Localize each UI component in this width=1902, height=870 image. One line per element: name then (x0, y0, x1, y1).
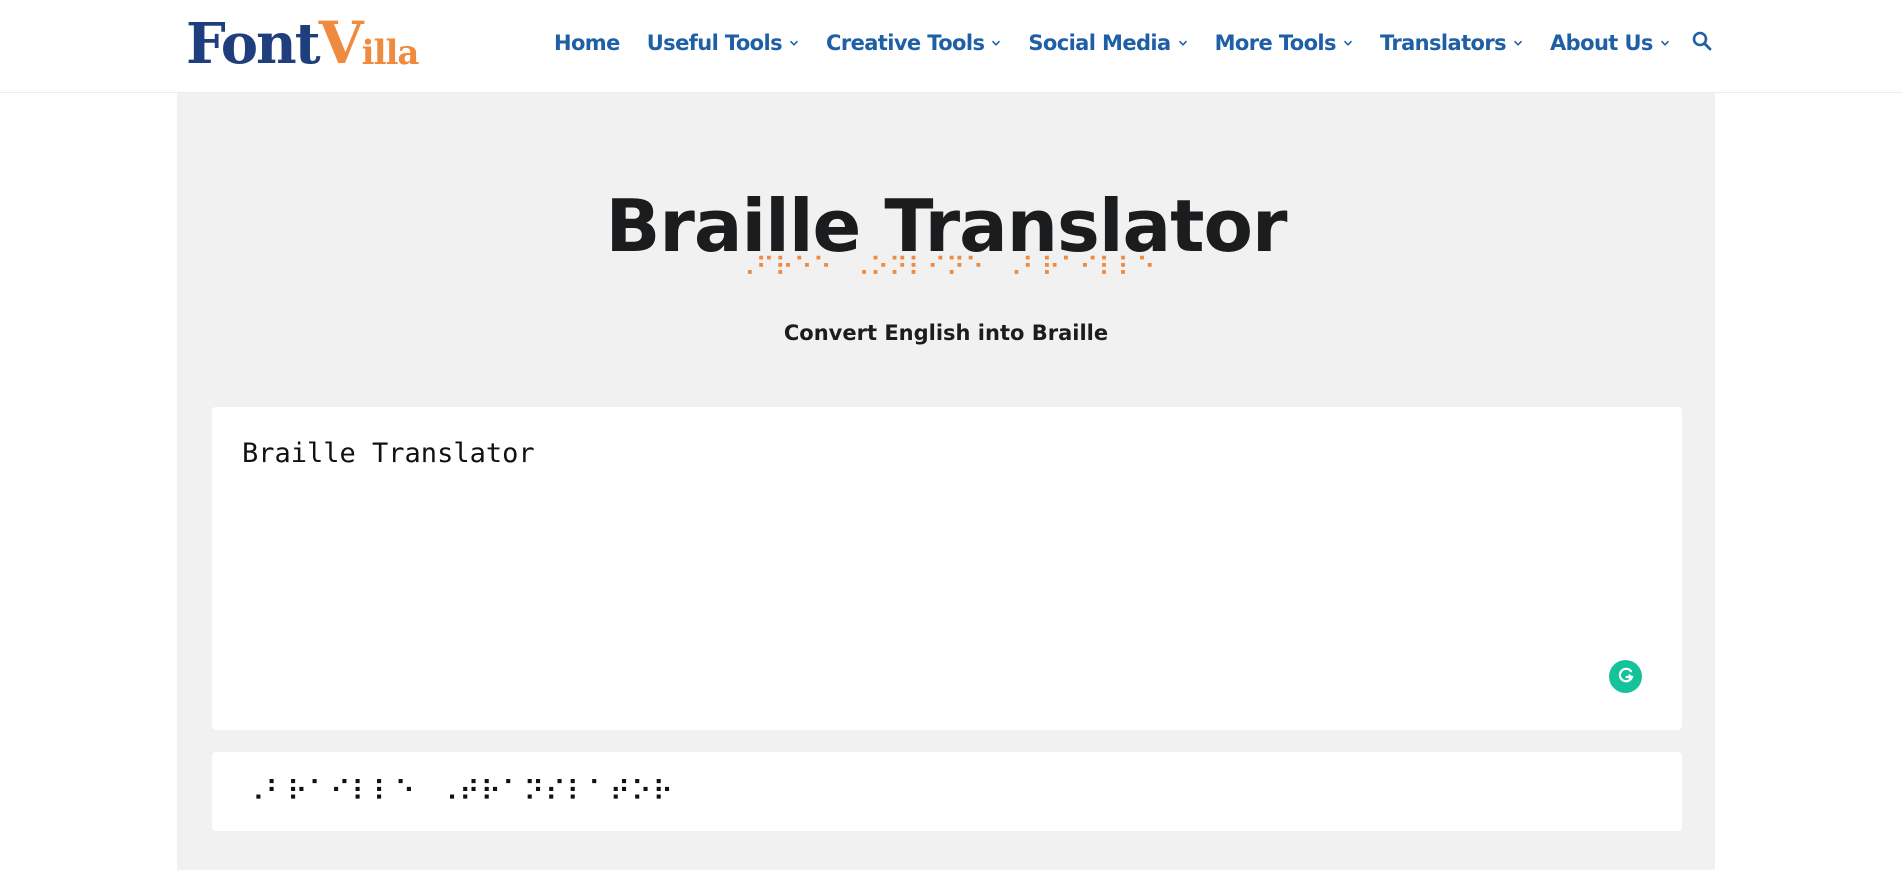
nav-item-label: Home (554, 31, 620, 55)
nav-item-creative-tools[interactable]: Creative Tools (826, 31, 1001, 55)
english-input-box: Braille Translator (212, 407, 1682, 730)
grammarly-button[interactable] (1609, 660, 1642, 693)
logo-text-font: Font (186, 11, 321, 77)
nav-item-label: Creative Tools (826, 31, 985, 55)
translator-panel: Braille Translator ⠠⠋⠗⠑⠑⠀⠠⠕⠝⠇⠊⠝⠑⠀⠠⠃⠗⠁⠊⠇⠇… (177, 93, 1715, 870)
braille-output-box: ⠠⠃⠗⠁⠊⠇⠇⠑⠀⠠⠞⠗⠁⠝⠎⠇⠁⠞⠕⠗ (212, 752, 1682, 831)
nav-item-useful-tools[interactable]: Useful Tools (647, 31, 799, 55)
nav-item-label: More Tools (1214, 31, 1337, 55)
main-nav: Home Useful Tools Creative Tools Social … (554, 23, 1713, 63)
search-icon (1692, 31, 1712, 55)
nav-item-about-us[interactable]: About Us (1550, 31, 1670, 55)
nav-item-label: About Us (1550, 31, 1653, 55)
nav-item-label: Translators (1379, 31, 1507, 55)
chevron-down-icon (1178, 38, 1188, 48)
chevron-down-icon (1513, 38, 1523, 48)
page-subtitle: Convert English into Braille (783, 321, 1109, 345)
nav-item-home[interactable]: Home (554, 31, 620, 55)
chevron-down-icon (1343, 38, 1353, 48)
logo-text-illa: illa (361, 33, 420, 73)
nav-item-label: Useful Tools (646, 31, 783, 55)
site-logo[interactable]: Font Villa (186, 9, 420, 77)
english-input[interactable]: Braille Translator (212, 407, 1682, 730)
nav-item-label: Social Media (1028, 31, 1171, 55)
chevron-down-icon (789, 38, 799, 48)
nav-item-translators[interactable]: Translators (1380, 31, 1523, 55)
chevron-down-icon (1660, 38, 1670, 48)
nav-item-more-tools[interactable]: More Tools (1215, 31, 1353, 55)
braille-tagline: ⠠⠋⠗⠑⠑⠀⠠⠕⠝⠇⠊⠝⠑⠀⠠⠃⠗⠁⠊⠇⠇⠑ (736, 253, 1156, 283)
site-header: Font Villa Home Useful Tools Creative Too… (0, 0, 1902, 93)
braille-output: ⠠⠃⠗⠁⠊⠇⠇⠑⠀⠠⠞⠗⠁⠝⠎⠇⠁⠞⠕⠗ (244, 775, 675, 808)
logo-text-v: V (318, 9, 364, 77)
nav-item-social-media[interactable]: Social Media (1028, 31, 1187, 55)
grammarly-icon (1616, 665, 1636, 689)
search-button[interactable] (1691, 31, 1713, 55)
chevron-down-icon (991, 38, 1001, 48)
